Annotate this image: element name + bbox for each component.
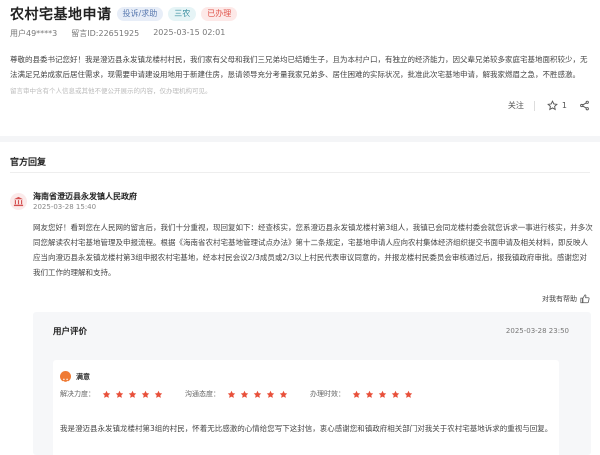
government-building-icon bbox=[10, 193, 27, 210]
satisfaction-label: 满意 bbox=[76, 373, 90, 381]
evaluation-card: 满意 解决力度： 沟通态度： 办理时效： 我是澄迈县永发镇龙楼村第3组的村民，怀… bbox=[53, 360, 559, 455]
star-icon bbox=[253, 390, 262, 398]
star-icon bbox=[240, 390, 249, 398]
star-icon bbox=[115, 390, 124, 398]
star-icon bbox=[279, 390, 288, 398]
star-icon bbox=[352, 390, 361, 398]
star-icon bbox=[266, 390, 275, 398]
rating-timeliness: 办理时效： bbox=[310, 389, 417, 399]
rating-label: 沟通态度： bbox=[185, 390, 220, 398]
message-meta: 用户49****3 留言ID:22651925 2025-03-15 02:01 bbox=[10, 28, 239, 39]
star-icon bbox=[404, 390, 413, 398]
rating-label: 解决力度： bbox=[60, 390, 95, 398]
star-icon bbox=[128, 390, 137, 398]
rating-attitude: 沟通态度： bbox=[185, 389, 292, 399]
evaluation-time: 2025-03-28 23:50 bbox=[505, 327, 569, 335]
user-evaluation-panel: 用户评价 2025-03-28 23:50 满意 解决力度： 沟通态度： 办理时… bbox=[33, 312, 591, 455]
star-icon bbox=[154, 390, 163, 398]
evaluation-text: 我是澄迈县永发镇龙楼村第3组的村民，怀着无比感激的心情给您写下这封信，衷心感谢您… bbox=[60, 424, 553, 433]
rating-label: 办理时效： bbox=[310, 390, 345, 398]
official-reply-text: 网友您好！看到您在人民网的留言后，我们十分重视，现回复如下：经查核实，您系澄迈县… bbox=[33, 223, 593, 277]
follow-button[interactable]: 关注 bbox=[508, 100, 524, 111]
star-icon bbox=[141, 390, 150, 398]
rating-row: 解决力度： 沟通态度： 办理时效： bbox=[60, 389, 435, 399]
section-divider bbox=[0, 136, 600, 142]
star-outline-icon bbox=[547, 100, 558, 111]
star-rating bbox=[227, 390, 292, 399]
helpful-button[interactable]: 对我有帮助 bbox=[542, 294, 590, 304]
title-row: 农村宅基地申请 投诉/求助 三农 已办理 bbox=[10, 4, 238, 24]
status-badge: 已办理 bbox=[201, 7, 238, 21]
official-reply-heading: 官方回复 bbox=[10, 158, 47, 168]
star-icon bbox=[227, 390, 236, 398]
responding-org-name[interactable]: 海南省澄迈县永发镇人民政府 bbox=[33, 191, 137, 202]
message-actions: 关注 1 bbox=[496, 100, 590, 111]
user-id: 用户49****3 bbox=[10, 29, 58, 38]
star-icon bbox=[378, 390, 387, 398]
like-button[interactable]: 1 bbox=[547, 100, 567, 111]
share-icon bbox=[580, 100, 589, 111]
helpful-label: 对我有帮助 bbox=[542, 295, 577, 303]
star-icon bbox=[391, 390, 400, 398]
tag-category[interactable]: 投诉/求助 bbox=[116, 7, 164, 21]
star-icon bbox=[102, 390, 111, 398]
heading-rule bbox=[10, 172, 590, 173]
tag-field[interactable]: 三农 bbox=[168, 7, 197, 21]
rating-resolution: 解决力度： bbox=[60, 389, 167, 399]
post-time: 2025-03-15 02:01 bbox=[153, 28, 226, 37]
star-rating bbox=[352, 390, 417, 399]
thumbs-up-icon bbox=[580, 294, 590, 304]
reply-time: 2025-03-28 15:40 bbox=[33, 203, 97, 211]
page-title: 农村宅基地申请 bbox=[10, 7, 112, 23]
action-divider bbox=[533, 100, 535, 111]
message-content: 尊敬的县委书记您好！我是澄迈县永发镇龙楼村村民，我们家有父母和我们三兄弟均已结婚… bbox=[10, 55, 588, 79]
message-id: 留言ID:22651925 bbox=[71, 29, 140, 38]
like-count: 1 bbox=[561, 101, 567, 110]
evaluation-heading: 用户评价 bbox=[53, 327, 88, 337]
share-button[interactable] bbox=[579, 100, 590, 111]
privacy-note: 留言审中含有个人信息或其他不便公开展示的内容，仅办理机构可见。 bbox=[10, 87, 212, 95]
star-icon bbox=[365, 390, 374, 398]
star-rating bbox=[102, 390, 167, 399]
smiley-icon bbox=[60, 371, 71, 383]
